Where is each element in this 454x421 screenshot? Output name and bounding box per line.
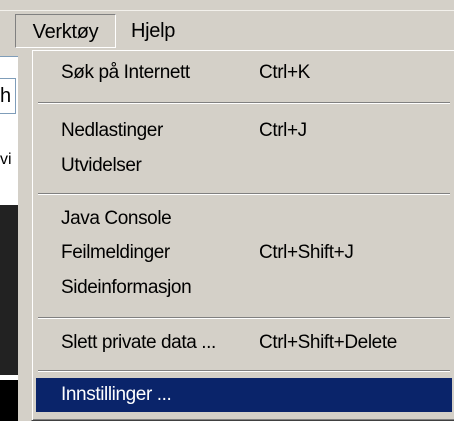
menu-item-shortcut: Ctrl+Shift+Delete: [259, 332, 397, 353]
menu-item-label: Slett private data ...: [61, 332, 216, 353]
background-content-dark: [0, 205, 18, 375]
menu-item-label: Innstillinger ...: [61, 384, 172, 405]
menu-item-label: Utvidelser: [61, 155, 142, 176]
background-window-edge: [0, 56, 18, 57]
menu-item-label: Søk på Internett: [61, 62, 190, 83]
menu-item-extensions[interactable]: Utvidelser: [36, 149, 452, 183]
background-text-fragment: vi: [0, 151, 12, 168]
menu-item-label: Sideinformasjon: [61, 277, 192, 298]
menu-item-downloads[interactable]: Nedlastinger Ctrl+J: [36, 114, 452, 148]
menu-separator: [38, 193, 450, 195]
menu-bar-highlight: [0, 10, 454, 11]
menu-item-label: Feilmeldinger: [61, 242, 170, 263]
menu-bar: Verktøy Hjelp: [0, 0, 454, 50]
menu-item-search-internet[interactable]: Søk på Internett Ctrl+K: [36, 56, 452, 90]
menu-item-clear-private-data[interactable]: Slett private data ... Ctrl+Shift+Delete: [36, 326, 452, 360]
menu-item-java-console[interactable]: Java Console: [36, 202, 452, 236]
tools-dropdown-menu: Søk på Internett Ctrl+K Nedlastinger Ctr…: [31, 49, 454, 421]
menu-separator: [38, 102, 450, 104]
menu-item-page-info[interactable]: Sideinformasjon: [36, 271, 452, 305]
menu-item-error-console[interactable]: Feilmeldinger Ctrl+Shift+J: [36, 236, 452, 270]
menu-separator: [38, 317, 450, 319]
menu-separator: [38, 370, 450, 372]
menu-item-options[interactable]: Innstillinger ...: [36, 378, 452, 412]
background-content-black: [0, 380, 18, 421]
background-text-fragment: h: [0, 85, 12, 107]
menu-item-shortcut: Ctrl+Shift+J: [259, 242, 354, 263]
menu-item-label: Java Console: [61, 208, 172, 229]
menu-hjelp[interactable]: Hjelp: [131, 14, 175, 48]
menu-item-shortcut: Ctrl+J: [259, 120, 307, 141]
menu-item-shortcut: Ctrl+K: [259, 62, 310, 83]
menu-verktoy[interactable]: Verktøy: [15, 14, 116, 48]
menu-item-label: Nedlastinger: [61, 120, 163, 141]
